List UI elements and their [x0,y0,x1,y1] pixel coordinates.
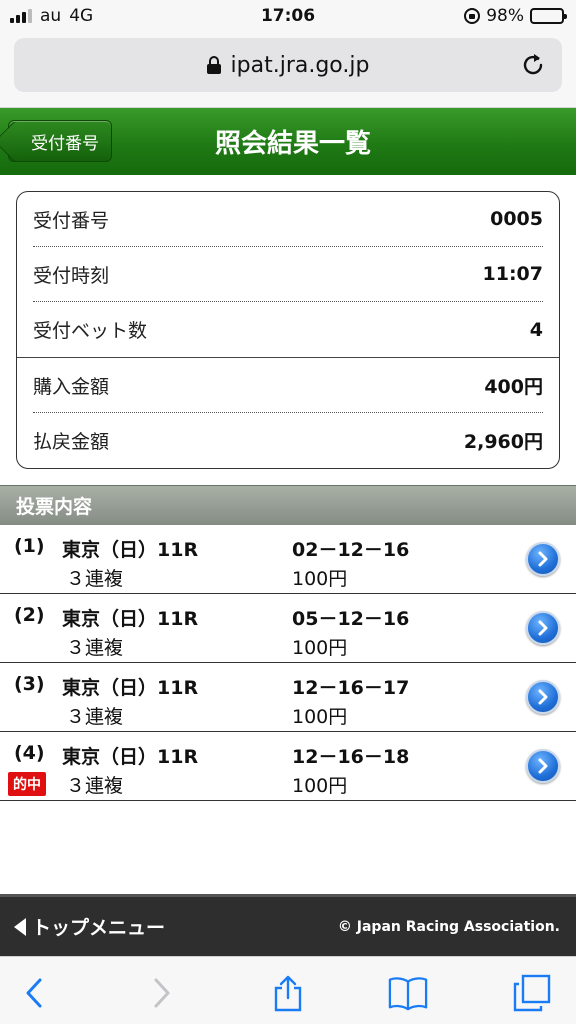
summary-label: 受付ベット数 [33,320,148,342]
browser-toolbar [0,956,576,1024]
summary-label: 払戻金額 [33,431,110,453]
summary-value: 0005 [490,208,543,230]
summary-value: 400円 [484,375,543,398]
padlock-icon [206,56,221,74]
chevron-right-icon [538,551,548,567]
top-menu-link[interactable]: トップメニュー [14,913,165,940]
chevron-left-icon [26,978,42,1008]
browser-back-button[interactable] [14,973,54,1013]
triangle-left-icon [14,917,26,936]
rotation-lock-icon [464,8,481,24]
book-icon [388,977,428,1011]
bet-amount: 100円 [292,775,348,797]
battery-icon [530,8,567,24]
share-icon [274,975,302,1012]
chevron-right-icon [538,758,548,774]
share-button[interactable] [268,973,308,1013]
detail-arrow-button[interactable] [526,680,560,714]
bookmarks-button[interactable] [388,973,428,1013]
site-footer: トップメニュー © Japan Racing Association. [0,894,576,956]
bet-venue-race: 東京（日）11R [62,677,199,699]
bet-venue-race: 東京（日）11R [62,608,199,630]
bet-combination: 12－16－17 [292,677,410,699]
summary-row-purchase-amount: 購入金額 400円 [33,358,543,413]
bet-amount: 100円 [292,706,348,728]
bet-type: ３連複 [66,706,124,728]
url-text: ipat.jra.go.jp [230,52,370,78]
section-header-bet-contents: 投票内容 [0,485,576,525]
tabs-icon [513,974,551,1012]
bet-combination: 05－12－16 [292,608,410,630]
status-right: 98% [464,6,567,26]
bet-amount: 100円 [292,637,348,659]
bet-combination: 02－12－16 [292,539,410,561]
app-header: 受付番号 照会結果一覧 [0,108,576,175]
summary-label: 購入金額 [33,375,110,398]
bet-number: (2) [14,604,45,626]
summary-value: 2,960円 [463,431,543,453]
bet-row[interactable]: (3) 東京（日）11R ３連複 12－16－17 100円 [0,663,576,732]
summary-row-bet-count: 受付ベット数 4 [33,302,543,357]
status-bar: au 4G 17:06 98% [0,0,576,32]
summary-row-receipt-number: 受付番号 0005 [33,192,543,247]
bet-number: (3) [14,673,45,695]
summary-label: 受付時刻 [33,264,110,287]
summary-value: 11:07 [482,263,543,285]
bet-type: ３連複 [66,775,124,797]
top-menu-label: トップメニュー [32,917,166,939]
summary-label: 受付番号 [33,209,110,232]
bet-type: ３連複 [66,568,124,590]
address-bar[interactable]: ipat.jra.go.jp [14,38,562,92]
bet-row[interactable]: (1) 東京（日）11R ３連複 02－12－16 100円 [0,525,576,594]
chevron-right-icon [538,689,548,705]
detail-arrow-button[interactable] [526,611,560,645]
battery-percent: 98% [486,6,524,26]
bet-row[interactable]: (4) 東京（日）11R 的中 ３連複 12－16－18 100円 [0,732,576,801]
bet-number: (4) [14,742,45,764]
reload-icon[interactable] [520,52,546,78]
back-button-label: 受付番号 [31,133,99,154]
chevron-right-icon [538,620,548,636]
detail-arrow-button[interactable] [526,542,560,576]
browser-address-area: ipat.jra.go.jp [0,32,576,108]
summary-card: 受付番号 0005 受付時刻 11:07 受付ベット数 4 購入金額 400円 … [16,191,560,469]
bet-venue-race: 東京（日）11R [62,539,199,561]
bet-number: (1) [14,535,45,557]
browser-forward-button[interactable] [142,973,182,1013]
summary-value: 4 [529,318,543,341]
summary-row-receipt-time: 受付時刻 11:07 [33,247,543,302]
tabs-button[interactable] [512,973,552,1013]
bet-type: ３連複 [66,637,124,659]
bet-venue-race: 東京（日）11R [62,746,199,768]
chevron-right-icon [154,978,170,1008]
detail-arrow-button[interactable] [526,749,560,783]
bet-row[interactable]: (2) 東京（日）11R ３連複 05－12－16 100円 [0,594,576,663]
copyright-text: © Japan Racing Association. [337,918,560,935]
hit-badge: 的中 [8,772,46,796]
bet-amount: 100円 [292,568,348,590]
bet-combination: 12－16－18 [292,746,410,768]
summary-row-payout-amount: 払戻金額 2,960円 [33,413,543,468]
